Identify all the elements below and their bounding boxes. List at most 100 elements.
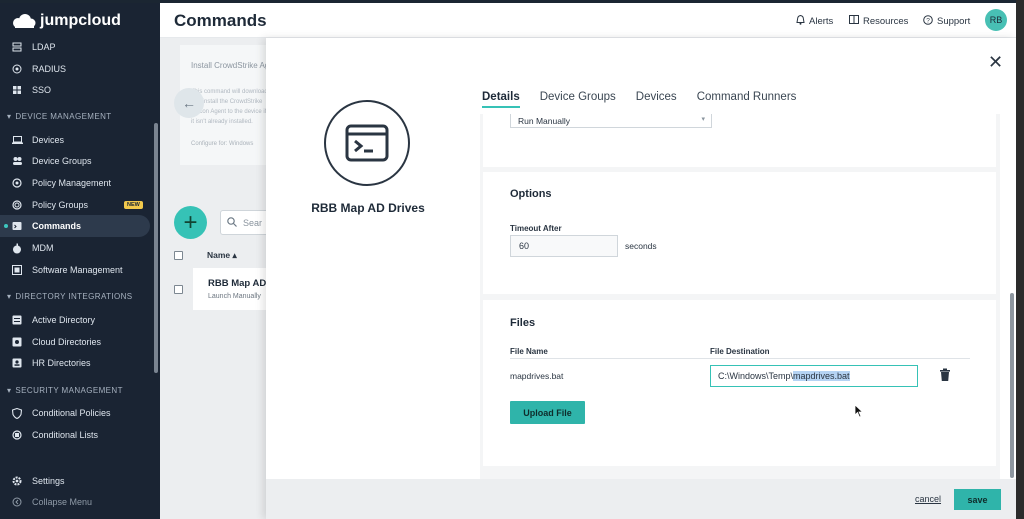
save-button[interactable]: save bbox=[954, 489, 1001, 510]
column-header-name[interactable]: Name ▴ bbox=[207, 250, 237, 261]
sidebar-item-software-management[interactable]: Software Management bbox=[0, 259, 152, 281]
featured-card-configure: Configure for: Windows bbox=[191, 141, 254, 147]
trash-icon[interactable] bbox=[939, 368, 951, 382]
sidebar-item-active-directory[interactable]: Active Directory bbox=[0, 309, 152, 331]
new-badge: NEW bbox=[124, 201, 143, 209]
timeout-unit: seconds bbox=[625, 241, 657, 251]
apple-icon bbox=[11, 242, 23, 254]
tab-devices[interactable]: Devices bbox=[636, 91, 677, 108]
close-icon[interactable]: ✕ bbox=[988, 52, 1003, 73]
gear-icon bbox=[11, 475, 23, 487]
sidebar-item-sso[interactable]: SSO bbox=[0, 79, 152, 101]
software-icon bbox=[11, 264, 23, 276]
arrow-left-icon: ← bbox=[182, 95, 196, 111]
cancel-button[interactable]: cancel bbox=[915, 494, 941, 504]
sidebar-item-settings[interactable]: Settings bbox=[0, 470, 152, 492]
sidebar-item-conditional-policies[interactable]: Conditional Policies bbox=[0, 402, 152, 424]
chevron-down-icon: ▾ bbox=[7, 292, 12, 301]
sidebar: jumpcloud LDAP RADIUS SSO ▾ DEVICE MANAG… bbox=[0, 3, 160, 519]
svg-text:?: ? bbox=[926, 18, 930, 25]
section-security-management[interactable]: ▾ SECURITY MANAGEMENT bbox=[7, 386, 123, 395]
policy-icon bbox=[11, 177, 23, 189]
details-content: Run Manually ▾ Options Timeout After 60 … bbox=[480, 114, 1000, 479]
sidebar-collapse-menu[interactable]: Collapse Menu bbox=[0, 491, 152, 513]
cloud-logo-icon bbox=[13, 14, 36, 28]
sidebar-item-cloud-directories[interactable]: Cloud Directories bbox=[0, 331, 152, 353]
sidebar-item-hr-directories[interactable]: HR Directories bbox=[0, 352, 152, 374]
sidebar-item-commands[interactable]: Commands bbox=[0, 215, 150, 237]
sidebar-item-policy-groups[interactable]: Policy Groups NEW bbox=[0, 194, 152, 216]
hr-directory-icon bbox=[11, 357, 23, 369]
alerts-link[interactable]: Alerts bbox=[796, 14, 833, 28]
brand-logo[interactable]: jumpcloud bbox=[10, 12, 121, 30]
book-icon bbox=[849, 15, 859, 27]
tab-command-runners[interactable]: Command Runners bbox=[697, 91, 797, 108]
mouse-cursor-icon bbox=[854, 404, 864, 418]
resources-link[interactable]: Resources bbox=[849, 15, 908, 27]
files-panel: Files File Name File Destination mapdriv… bbox=[483, 300, 996, 466]
terminal-icon bbox=[324, 100, 410, 186]
section-device-management[interactable]: ▾ DEVICE MANAGEMENT bbox=[7, 112, 112, 121]
section-directory-integrations[interactable]: ▾ DIRECTORY INTEGRATIONS bbox=[7, 292, 133, 301]
files-title: Files bbox=[510, 317, 536, 329]
files-divider bbox=[510, 358, 970, 359]
sidebar-item-device-groups[interactable]: Device Groups bbox=[0, 150, 152, 172]
radius-icon bbox=[11, 63, 23, 75]
sso-icon bbox=[11, 84, 23, 96]
shield-icon bbox=[11, 407, 23, 419]
modal-footer bbox=[266, 479, 1016, 519]
command-details-modal: ✕ RBB Map AD Drives Details Device Group… bbox=[266, 38, 1016, 519]
destination-prefix: C:\Windows\Temp\ bbox=[718, 371, 794, 381]
sidebar-item-radius[interactable]: RADIUS bbox=[0, 58, 152, 80]
options-panel: Options Timeout After 60 seconds bbox=[483, 172, 996, 294]
sidebar-item-conditional-lists[interactable]: Conditional Lists bbox=[0, 424, 152, 446]
support-link[interactable]: ? Support bbox=[923, 15, 970, 28]
help-icon: ? bbox=[923, 15, 933, 28]
sidebar-item-devices[interactable]: Devices bbox=[0, 129, 152, 151]
timeout-input[interactable]: 60 bbox=[510, 235, 618, 257]
chevron-down-icon: ▾ bbox=[7, 112, 12, 121]
list-circle-icon bbox=[11, 429, 23, 441]
timeout-label: Timeout After bbox=[510, 224, 562, 233]
sidebar-item-ldap[interactable]: LDAP bbox=[0, 36, 152, 58]
launch-panel: Run Manually ▾ bbox=[483, 114, 996, 167]
file-name: mapdrives.bat bbox=[510, 371, 564, 381]
device-groups-icon bbox=[11, 155, 23, 167]
options-title: Options bbox=[510, 188, 552, 200]
upload-file-button[interactable]: Upload File bbox=[510, 401, 585, 424]
modal-scrollbar[interactable] bbox=[1010, 293, 1014, 478]
search-icon bbox=[227, 216, 237, 229]
bell-icon bbox=[796, 14, 805, 28]
command-name: RBB Map AD Drives bbox=[311, 201, 425, 215]
sidebar-item-mdm[interactable]: MDM bbox=[0, 237, 152, 259]
sidebar-item-policy-management[interactable]: Policy Management bbox=[0, 172, 152, 194]
user-avatar[interactable]: RB bbox=[985, 9, 1007, 31]
modal-tabs: Details Device Groups Devices Command Ru… bbox=[482, 91, 796, 108]
window-edge bbox=[1016, 0, 1024, 519]
laptop-icon bbox=[11, 134, 23, 146]
cloud-directory-icon bbox=[11, 336, 23, 348]
file-name-column: File Name bbox=[510, 347, 548, 356]
add-command-button[interactable]: + bbox=[174, 206, 207, 239]
chevron-down-icon: ▾ bbox=[7, 386, 12, 395]
collapse-icon bbox=[11, 496, 23, 508]
tab-device-groups[interactable]: Device Groups bbox=[540, 91, 616, 108]
row-launch-type: Launch Manually bbox=[208, 293, 261, 300]
row-checkbox[interactable] bbox=[174, 285, 183, 294]
chevron-down-icon: ▾ bbox=[701, 116, 705, 123]
policy-groups-icon bbox=[11, 199, 23, 211]
file-destination-input[interactable]: C:\Windows\Temp\ mapdrives.bat bbox=[710, 365, 918, 387]
page-title: Commands bbox=[174, 11, 267, 30]
row-command-name: RBB Map AD bbox=[208, 278, 267, 289]
destination-selected-text: mapdrives.bat bbox=[793, 371, 850, 381]
directory-icon bbox=[11, 314, 23, 326]
select-all-checkbox[interactable] bbox=[174, 251, 183, 260]
launch-event-select[interactable]: Run Manually ▾ bbox=[510, 114, 712, 128]
file-destination-column: File Destination bbox=[710, 347, 770, 356]
ldap-icon bbox=[11, 41, 23, 53]
tab-details[interactable]: Details bbox=[482, 91, 520, 108]
terminal-icon bbox=[11, 220, 23, 232]
carousel-back-button[interactable]: ← bbox=[174, 88, 204, 118]
table-row[interactable]: RBB Map AD Launch Manually bbox=[193, 268, 273, 310]
sidebar-scrollbar[interactable] bbox=[154, 123, 158, 373]
